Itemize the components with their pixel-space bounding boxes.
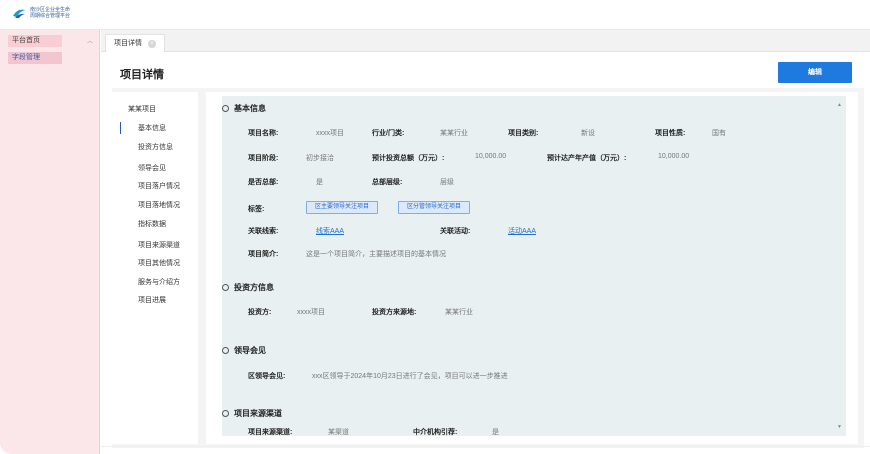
scroll-down-icon[interactable]: ▼ [837,424,842,430]
label-project-name: 项目名称: [248,130,279,137]
anchor-item-progress[interactable]: 项目进展 [138,295,166,305]
value-agency-referral: 是 [492,429,499,436]
value-headquarters: 是 [316,179,323,186]
label-investment: 预计投资总额（万元）: [372,155,445,162]
tab-project-detail[interactable]: 项目详情 × [105,34,165,52]
page-title: 项目详情 [120,69,164,81]
value-intro: 这是一个项目简介，主要描述项目的基本情况 [306,251,446,258]
section-investor-info-title: 投资方信息 [222,282,274,293]
label-investor-origin: 投资方来源地: [372,309,417,316]
sidebar-item-field-management[interactable]: 字段管理 [8,52,62,64]
anchor-item-source-channel[interactable]: 项目来源渠道 [138,240,180,250]
value-leader-meeting: xxx区领导于2024年10月23日进行了会见，项目可以进一步推进 [312,373,508,380]
label-source-channel: 项目来源渠道: [248,429,293,436]
sidebar: 平台首页 ︿ 字段管理 [0,30,100,454]
anchor-item-basic-info[interactable]: 基本信息 [138,123,166,133]
chevron-up-icon[interactable]: ︿ [87,36,93,45]
label-activity: 关联活动: [440,228,471,235]
value-output: 10,000.00 [658,153,690,160]
value-stage: 初步接洽 [306,155,334,162]
label-industry: 行业/门类: [372,130,405,137]
circle-icon [222,410,229,417]
label-stage: 项目阶段: [248,155,279,162]
logo-text-line2: 周期综合管理平台 [30,13,71,19]
value-nature: 国有 [712,130,726,137]
value-investment: 10,000.00 [475,153,507,160]
label-clue: 关联线索: [248,228,279,235]
tag-deputy-leader[interactable]: 区分管领导关注项目 [398,201,471,214]
circle-icon [222,105,229,112]
anchor-nav-head: 某某项目 [128,106,156,113]
logo-icon [12,7,26,19]
label-nature: 项目性质: [655,130,686,137]
anchor-item-leader-meeting[interactable]: 领导会见 [138,163,166,173]
label-leader-meeting: 区领导会见: [248,373,286,380]
circle-icon [222,347,229,354]
anchor-item-investor-info[interactable]: 投资方信息 [138,142,173,152]
anchor-item-service[interactable]: 服务与介绍方 [138,277,180,287]
section-source-channel-title: 项目来源渠道 [222,408,282,419]
anchor-item-other[interactable]: 项目其他情况 [138,258,180,268]
detail-scroll-area[interactable] [222,96,846,436]
label-intro: 项目简介: [248,251,279,258]
top-bar: 南沙区企业全生命 周期综合管理平台 [0,0,870,30]
sidebar-item-home[interactable]: 平台首页 [8,35,62,47]
link-activity[interactable]: 活动AAA [508,226,536,236]
circle-icon [222,284,229,291]
tag-district-leader[interactable]: 区主要领导关注项目 [306,201,379,214]
logo[interactable]: 南沙区企业全生命 周期综合管理平台 [12,7,70,19]
label-output: 预计达产年产值（万元）: [547,155,627,162]
close-icon[interactable]: × [148,39,156,48]
label-category: 项目类别: [508,130,539,137]
label-tags: 标签: [248,206,265,213]
section-basic-info-title: 基本信息 [222,103,266,114]
label-investor: 投资方: [248,309,272,316]
edit-button[interactable]: 编辑 [778,62,852,83]
anchor-active-indicator [120,122,121,134]
anchor-item-landing[interactable]: 项目落地情况 [138,200,180,210]
anchor-item-indicators[interactable]: 指标数据 [138,219,166,229]
source-channel-row: 项目来源渠道: 某渠道 中介机构引荐: 是 [222,424,834,436]
value-source-channel: 某渠道 [328,429,349,436]
value-category: 新设 [581,130,595,137]
link-clue[interactable]: 线索AAA [316,226,344,236]
label-agency-referral: 中介机构引荐: [413,429,458,436]
label-hq-level: 总部层级: [372,179,403,186]
tab-label: 项目详情 [114,40,142,47]
value-investor-origin: 某某行业 [445,309,473,316]
value-hq-level: 层级 [440,179,454,186]
divider [101,446,870,447]
value-project-name: xxxx项目 [316,130,344,137]
label-headquarters: 是否总部: [248,179,279,186]
value-investor: xxxx项目 [297,309,325,316]
section-leader-meeting-title: 领导会见 [222,345,266,356]
anchor-item-settlement[interactable]: 项目落户情况 [138,181,180,191]
scrollbar[interactable]: ▲ ▼ [835,100,845,436]
tab-bar: 项目详情 × [101,30,870,52]
anchor-nav: 某某项目 基本信息 投资方信息 领导会见 项目落户情况 项目落地情况 指标数据 … [112,92,198,444]
value-industry: 某某行业 [440,130,468,137]
scroll-up-icon[interactable]: ▲ [837,102,842,108]
